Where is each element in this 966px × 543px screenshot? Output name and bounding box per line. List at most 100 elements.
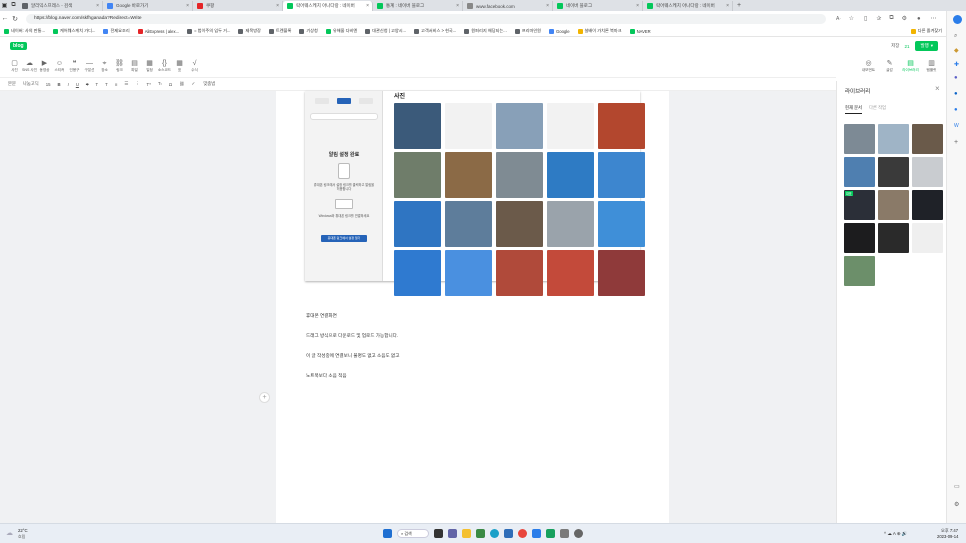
library-thumbnail[interactable]	[844, 223, 875, 253]
chrome-icon[interactable]	[518, 529, 527, 538]
refresh-icon[interactable]: ↻	[10, 15, 20, 23]
bookmark-item[interactable]: 원퍼리지 해당되는...	[464, 28, 507, 34]
italic-icon[interactable]: I	[68, 82, 69, 87]
side-tool-material[interactable]: ✎ 글감	[879, 59, 900, 73]
bookmark-item[interactable]: NAVER	[629, 28, 651, 34]
clock-date[interactable]: 2023-09-14	[937, 534, 958, 539]
bing-icon[interactable]	[953, 15, 962, 24]
sidebar-tools-icon[interactable]: ✚	[954, 61, 959, 68]
library-thumbnail[interactable]: 대표	[844, 190, 875, 220]
side-tool-moment[interactable]: ◎ 내모먼트	[858, 59, 879, 73]
font-size-select[interactable]: 15	[46, 82, 51, 87]
bookmark-item[interactable]: AliExpress | alex...	[137, 28, 179, 34]
sidebar-add-icon[interactable]: +	[954, 139, 958, 146]
sidebar-tag-icon[interactable]: ◆	[954, 47, 959, 54]
library-thumbnail[interactable]	[844, 256, 875, 286]
letter-spacing-icon[interactable]: ⋮	[135, 81, 139, 87]
font-select[interactable]: 나눔고딕	[23, 81, 39, 87]
url-field[interactable]: https://blog.naver.com/skfhganada?Redire…	[26, 13, 826, 24]
embedded-image[interactable]: 알림 설정 완료 휴대폰 링크에서 설정 링크를 클릭하고 알림을 허용합니다 …	[305, 91, 645, 296]
side-tool-template[interactable]: ▥ 템플릿	[921, 59, 942, 73]
strikethrough-icon[interactable]: T	[86, 82, 89, 87]
split-screen-icon[interactable]: ▯	[864, 15, 867, 22]
tab-2[interactable]: 쿠팡 ×	[193, 1, 283, 11]
close-icon[interactable]: ×	[456, 3, 459, 9]
explorer-icon[interactable]	[462, 529, 471, 538]
bookmark-item[interactable]: = 법이주의 임두 거...	[187, 28, 230, 34]
paragraph-1[interactable]: 휴대폰 연결화면	[306, 313, 337, 319]
bookmark-item[interactable]: 설배이 가치론 북마크	[577, 28, 622, 34]
tool-video[interactable]: ▶ 동영상	[37, 59, 52, 73]
paragraph-2[interactable]: 드래그 방식으로 다운로드 및 업로드 가능합니다.	[306, 333, 398, 339]
sidebar-w-icon[interactable]: W	[954, 123, 959, 129]
collections-icon[interactable]: ⧉	[889, 15, 893, 22]
task-view-icon[interactable]	[434, 529, 443, 538]
close-icon[interactable]: ×	[636, 3, 639, 9]
tab-6[interactable]: 네이버 블로그 ×	[553, 1, 643, 11]
bookmark-item[interactable]: 유해울 다비엔	[325, 28, 357, 34]
back-icon[interactable]: ←	[0, 15, 10, 22]
close-icon[interactable]: ×	[96, 3, 99, 9]
paragraph-style-select[interactable]: 본문	[8, 81, 16, 87]
tool-quote[interactable]: ❝ 인용구	[67, 59, 82, 73]
tool-cloud[interactable]: ☁ SNS 사진	[22, 59, 37, 73]
library-thumbnail[interactable]	[878, 124, 909, 154]
bookmark-item[interactable]: 네이버: 사의 판통...	[4, 28, 45, 34]
bookmark-item[interactable]: 대관신청 | 고양시...	[365, 28, 406, 34]
line-height-icon[interactable]: ☰	[124, 81, 128, 87]
library-thumbnail[interactable]	[912, 157, 943, 187]
underline-icon[interactable]: U	[76, 82, 79, 87]
tool-code[interactable]: {} 소스코드	[157, 59, 172, 73]
chat-icon[interactable]	[448, 529, 457, 538]
favorites-icon[interactable]: ✰	[876, 15, 881, 22]
tab-other-work[interactable]: 다른 작업	[869, 105, 886, 111]
font-color-icon[interactable]: T	[96, 82, 99, 87]
bold-icon[interactable]: B	[58, 82, 61, 87]
align-icon[interactable]: ≡	[115, 82, 118, 87]
tab-1[interactable]: Google 바로가기 ×	[103, 1, 193, 11]
sidebar-settings-icon[interactable]: ⚙	[954, 501, 959, 508]
sidebar-games-icon[interactable]: ●	[954, 75, 958, 81]
profile-icon[interactable]: ●	[917, 16, 921, 22]
other-bookmarks[interactable]: 다른 즐겨찾기	[910, 28, 942, 34]
bookmark-item[interactable]: 트렌블록	[268, 28, 291, 34]
tool-schedule[interactable]: ▦ 일정	[142, 59, 157, 73]
library-thumbnail[interactable]	[844, 124, 875, 154]
library-thumbnail[interactable]	[878, 190, 909, 220]
calc-icon[interactable]	[476, 529, 485, 538]
bookmark-item[interactable]: Google	[549, 28, 570, 34]
library-thumbnail[interactable]	[878, 223, 909, 253]
tool-place[interactable]: ⌖ 장소	[97, 59, 112, 73]
tool-sticker[interactable]: ☺ 스티커	[52, 59, 67, 73]
read-aloud-icon[interactable]: Aᐧ	[836, 16, 841, 22]
library-thumbnail[interactable]	[878, 157, 909, 187]
bookmark-item[interactable]: 프리마인원	[514, 28, 541, 34]
tool-file[interactable]: ▤ 파일	[127, 59, 142, 73]
tab-0[interactable]: 알리익스프레스 - 검색 ×	[18, 1, 103, 11]
close-icon[interactable]: ×	[546, 3, 549, 9]
close-icon[interactable]: ×	[276, 3, 279, 9]
library-thumbnail[interactable]	[912, 124, 943, 154]
superscript-icon[interactable]: Tᵀ	[146, 82, 150, 87]
save-button[interactable]: 저장	[891, 43, 899, 49]
paragraph-4[interactable]: 노트북보다 소음 적음	[306, 373, 347, 379]
special-char-icon[interactable]: Ω	[169, 82, 172, 87]
close-icon[interactable]: ×	[366, 3, 369, 9]
new-tab-button[interactable]: +	[737, 2, 741, 9]
library-thumbnail[interactable]	[912, 223, 943, 253]
blog-logo[interactable]: blog	[10, 42, 27, 50]
system-tray[interactable]: ^ ☁ A ⊕ 🔊	[884, 531, 908, 537]
weather-icon[interactable]: ☁	[6, 529, 13, 537]
window-menu-icon[interactable]: ▣	[0, 2, 9, 9]
tool-link[interactable]: ⛓ 링크	[112, 59, 127, 73]
tool-table[interactable]: ▦ 표	[172, 59, 187, 73]
tab-5[interactable]: www.facebook.com ×	[463, 1, 553, 11]
bookmark-item[interactable]: 기상청	[299, 28, 318, 34]
library-thumbnail[interactable]	[844, 157, 875, 187]
close-icon[interactable]: ×	[186, 3, 189, 9]
edge-icon[interactable]	[490, 529, 499, 538]
bookmark-item[interactable]: 전제요조리	[103, 28, 130, 34]
bookmark-item[interactable]: 케어웨스케치 가디...	[52, 28, 95, 34]
paragraph-3[interactable]: 이 글 작성중에 연결보니 불명도 없고 소음도 없고	[306, 353, 399, 359]
bookmark-item[interactable]: 제목방장	[238, 28, 261, 34]
